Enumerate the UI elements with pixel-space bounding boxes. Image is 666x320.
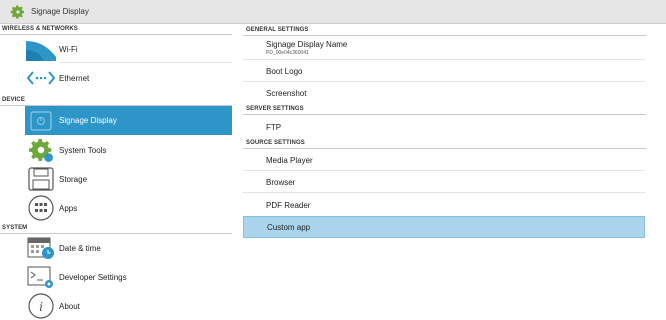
window-title: Signage Display <box>31 7 89 16</box>
apps-icon <box>25 195 56 221</box>
signage-display-icon <box>25 109 56 133</box>
calendar-clock-icon <box>25 236 56 260</box>
setting-value: PD_00e04c360041 <box>266 50 309 56</box>
boot-logo-item[interactable]: Boot Logo <box>243 60 645 82</box>
setting-label: Media Player <box>266 155 313 165</box>
sidebar-item-label: About <box>59 301 80 311</box>
setting-label: PDF Reader <box>266 200 311 210</box>
sidebar-item-apps[interactable]: Apps <box>25 194 232 222</box>
setting-label: Boot Logo <box>266 66 303 76</box>
gear-icon <box>10 4 24 19</box>
signage-display-name-item[interactable]: Signage Display Name PD_00e04c360041 <box>243 36 645 60</box>
screenshot-item[interactable]: Screenshot <box>243 82 645 104</box>
sidebar-item-label: Apps <box>59 203 78 213</box>
pdf-reader-item[interactable]: PDF Reader <box>243 194 645 216</box>
sidebar-item-label: Date & time <box>59 243 101 253</box>
sidebar-item-label: System Tools <box>59 145 107 155</box>
media-player-item[interactable]: Media Player <box>243 149 645 171</box>
storage-icon <box>25 167 56 191</box>
ethernet-icon <box>25 66 56 90</box>
wifi-icon <box>25 37 56 61</box>
setting-label: Screenshot <box>266 88 307 98</box>
section-header-server-settings: SERVER SETTINGS <box>246 106 304 112</box>
row-divider <box>243 192 645 193</box>
terminal-icon <box>25 265 56 289</box>
row-divider <box>59 62 232 63</box>
setting-label: Custom app <box>267 222 311 232</box>
sidebar-item-label: Storage <box>59 174 88 184</box>
browser-item[interactable]: Browser <box>243 171 645 193</box>
sidebar-item-label: Signage Display <box>59 116 117 125</box>
setting-label: Signage Display Name <box>266 40 348 49</box>
sidebar-item-wifi[interactable]: Wi-Fi <box>25 35 232 63</box>
section-header-system: SYSTEM <box>2 225 28 231</box>
section-header-device: DEVICE <box>2 97 25 103</box>
info-icon: i <box>25 293 56 319</box>
sidebar-item-label: Ethernet <box>59 73 90 83</box>
ftp-item[interactable]: FTP <box>243 116 645 138</box>
section-divider <box>243 114 646 115</box>
sidebar-item-label: Wi-Fi <box>59 44 78 54</box>
sidebar-item-system-tools[interactable]: System Tools <box>25 136 232 164</box>
sidebar-item-about[interactable]: i About <box>25 292 232 320</box>
custom-app-item[interactable]: Custom app <box>243 216 645 238</box>
section-header-source-settings: SOURCE SETTINGS <box>246 140 305 146</box>
section-header-general-settings: GENERAL SETTINGS <box>246 27 309 33</box>
svg-text:i: i <box>39 300 43 315</box>
title-bar: Signage Display <box>0 0 666 24</box>
sidebar-item-storage[interactable]: Storage <box>25 165 232 193</box>
setting-label: FTP <box>266 122 282 132</box>
sidebar-item-developer-settings[interactable]: Developer Settings <box>25 263 232 291</box>
sidebar-item-date-time[interactable]: Date & time <box>25 234 232 262</box>
sidebar-item-label: Developer Settings <box>59 272 127 282</box>
section-header-wireless-networks: WIRELESS & NETWORKS <box>2 26 78 32</box>
sidebar-item-ethernet[interactable]: Ethernet <box>25 64 232 92</box>
setting-label: Browser <box>266 177 296 187</box>
gear-icon <box>25 138 56 162</box>
sidebar-item-signage-display[interactable]: Signage Display <box>25 106 232 135</box>
